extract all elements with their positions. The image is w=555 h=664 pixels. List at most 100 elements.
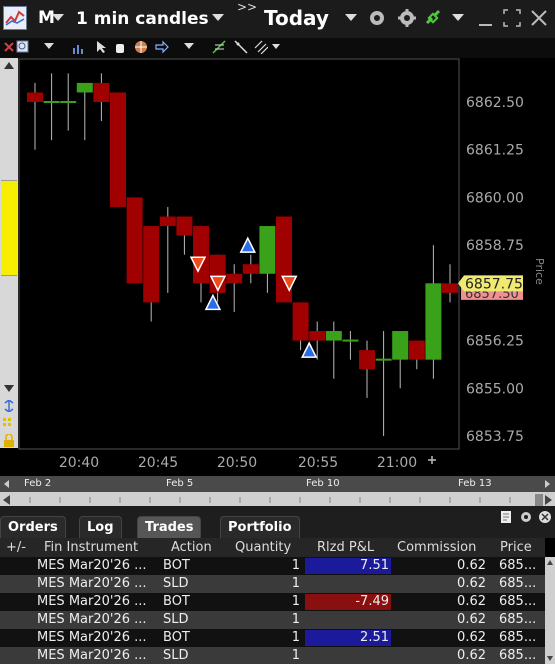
time-tick-label: 20:55 [298, 455, 338, 471]
candle-body[interactable] [325, 331, 342, 341]
candle-body[interactable] [27, 92, 43, 102]
channel-icon[interactable] [254, 40, 268, 54]
candle-body[interactable] [259, 226, 276, 274]
date-label: Feb 5 [166, 478, 194, 489]
time-tick-label: 20:50 [217, 455, 257, 471]
candle-body[interactable] [425, 283, 442, 360]
pnl-cell: -7.49 [355, 594, 389, 609]
candle-body[interactable] [143, 226, 160, 303]
bar-size-selector[interactable]: 1 min candles [76, 9, 209, 29]
price-cell: 685... [499, 576, 537, 591]
col-header[interactable]: Rlzd P&L [317, 540, 374, 555]
candle-body[interactable] [176, 216, 193, 236]
last-price-label: 6857.75 [465, 276, 523, 292]
col-header[interactable]: +/- [6, 540, 26, 555]
instrument-cell: MES Mar20'26 ... [37, 612, 147, 627]
bar-chart-icon[interactable] [72, 40, 86, 54]
quantity-cell: 1 [291, 630, 300, 645]
close-icon[interactable] [2, 40, 16, 54]
tab-portfolio[interactable]: Portfolio [220, 516, 300, 538]
scroll-up-icon[interactable] [3, 60, 15, 70]
chat-icon[interactable] [368, 9, 386, 27]
commission-cell: 0.62 [457, 612, 486, 627]
chevron-down-icon[interactable] [44, 43, 54, 49]
candle-body[interactable] [408, 340, 425, 360]
candle-body[interactable] [375, 358, 392, 361]
quantity-cell: 1 [291, 612, 300, 627]
scroll-down-icon[interactable] [3, 384, 15, 394]
minimize-icon[interactable] [477, 9, 495, 27]
candle-body[interactable] [342, 339, 359, 342]
time-tick-label: 21:00 [377, 455, 417, 471]
col-header[interactable]: Commission [397, 540, 476, 555]
quantity-cell: 1 [291, 648, 300, 663]
chart-app-icon[interactable] [3, 6, 27, 30]
table-row[interactable]: MES Mar20'26 ... SLD 1 0.62 685... [0, 611, 545, 629]
col-header[interactable]: Fin Instrument [44, 540, 138, 555]
chevron-down-icon[interactable] [345, 14, 357, 21]
arrow-right-icon[interactable] [155, 40, 169, 54]
chevron-down-icon[interactable] [212, 14, 224, 21]
period-selector[interactable]: Today [264, 6, 329, 30]
candle-body[interactable] [159, 216, 176, 227]
table-row[interactable]: MES Mar20'26 ... BOT 1 -7.49 0.62 685... [0, 593, 545, 611]
autoscale-icon[interactable] [2, 416, 16, 428]
note-icon[interactable] [500, 510, 512, 524]
pointer-icon[interactable] [95, 40, 109, 54]
table-row[interactable]: MES Mar20'26 ... SLD 1 0.62 685... [0, 647, 545, 664]
candle-body[interactable] [76, 82, 93, 93]
candle-body[interactable] [193, 226, 209, 284]
candle-body[interactable] [126, 197, 143, 284]
close-icon[interactable] [530, 9, 548, 27]
zoom-icon[interactable] [16, 40, 30, 54]
vertical-scrollbar[interactable] [545, 557, 555, 664]
tab-trades[interactable]: Trades [137, 516, 202, 538]
candle-body[interactable] [309, 331, 326, 341]
title-bar: M 1 min candles >> Today [0, 0, 555, 38]
tab-log[interactable]: Log [79, 516, 122, 538]
chevron-down-icon[interactable] [184, 43, 194, 49]
chevron-down-icon[interactable] [452, 14, 464, 21]
date-navigator[interactable]: Feb 2 Feb 5 Feb 10 Feb 13 [0, 476, 555, 492]
candle-body[interactable] [292, 302, 309, 341]
table-row[interactable]: MES Mar20'26 ... SLD 1 0.62 685... [0, 575, 545, 593]
gear-icon[interactable] [520, 510, 532, 524]
table-row[interactable]: MES Mar20'26 ... BOT 1 7.51 0.62 685... [0, 557, 545, 575]
scroll-left-icon[interactable] [2, 479, 10, 489]
chevron-down-icon[interactable] [272, 44, 280, 49]
link-icon[interactable] [424, 9, 442, 27]
candle-body[interactable] [359, 350, 375, 370]
zoom-slider-thumb[interactable] [1, 180, 17, 276]
close-icon[interactable] [538, 510, 552, 524]
candle-body[interactable] [392, 331, 409, 360]
horizontal-scrollbar[interactable] [0, 492, 555, 506]
trade-panel-tabs: Orders Log Trades Portfolio [0, 506, 555, 538]
fibonacci-icon[interactable] [212, 40, 226, 54]
chevron-down-icon[interactable] [52, 14, 64, 21]
quantity-cell: 1 [291, 594, 300, 609]
more-chevron[interactable]: >> [237, 0, 257, 14]
lock-icon[interactable] [2, 434, 16, 448]
col-header[interactable]: Action [171, 540, 212, 555]
candle-body[interactable] [226, 273, 243, 284]
candle-body[interactable] [242, 264, 259, 274]
candle-body[interactable] [93, 82, 110, 102]
split-axis-icon[interactable] [3, 400, 15, 412]
candle-body[interactable] [43, 101, 60, 103]
scroll-right-icon[interactable] [544, 479, 552, 489]
vertical-zoom-scrollbar[interactable] [0, 58, 18, 448]
col-header[interactable]: Quantity [235, 540, 291, 555]
candle-body[interactable] [110, 92, 126, 207]
expand-icon[interactable] [503, 9, 521, 27]
hand-icon[interactable] [113, 40, 127, 54]
table-row[interactable]: MES Mar20'26 ... BOT 1 2.51 0.62 685... [0, 629, 545, 647]
crosshair-icon[interactable] [134, 40, 148, 54]
trendline-icon[interactable] [234, 40, 248, 54]
price-chart[interactable]: 6862.506861.256860.006858.756857.506856.… [18, 58, 555, 476]
candle-body[interactable] [442, 283, 458, 293]
gear-icon[interactable] [398, 9, 416, 27]
col-header[interactable]: Price [500, 540, 532, 555]
action-cell: SLD [163, 648, 189, 663]
candle-body[interactable] [60, 101, 77, 103]
tab-orders[interactable]: Orders [0, 516, 66, 538]
